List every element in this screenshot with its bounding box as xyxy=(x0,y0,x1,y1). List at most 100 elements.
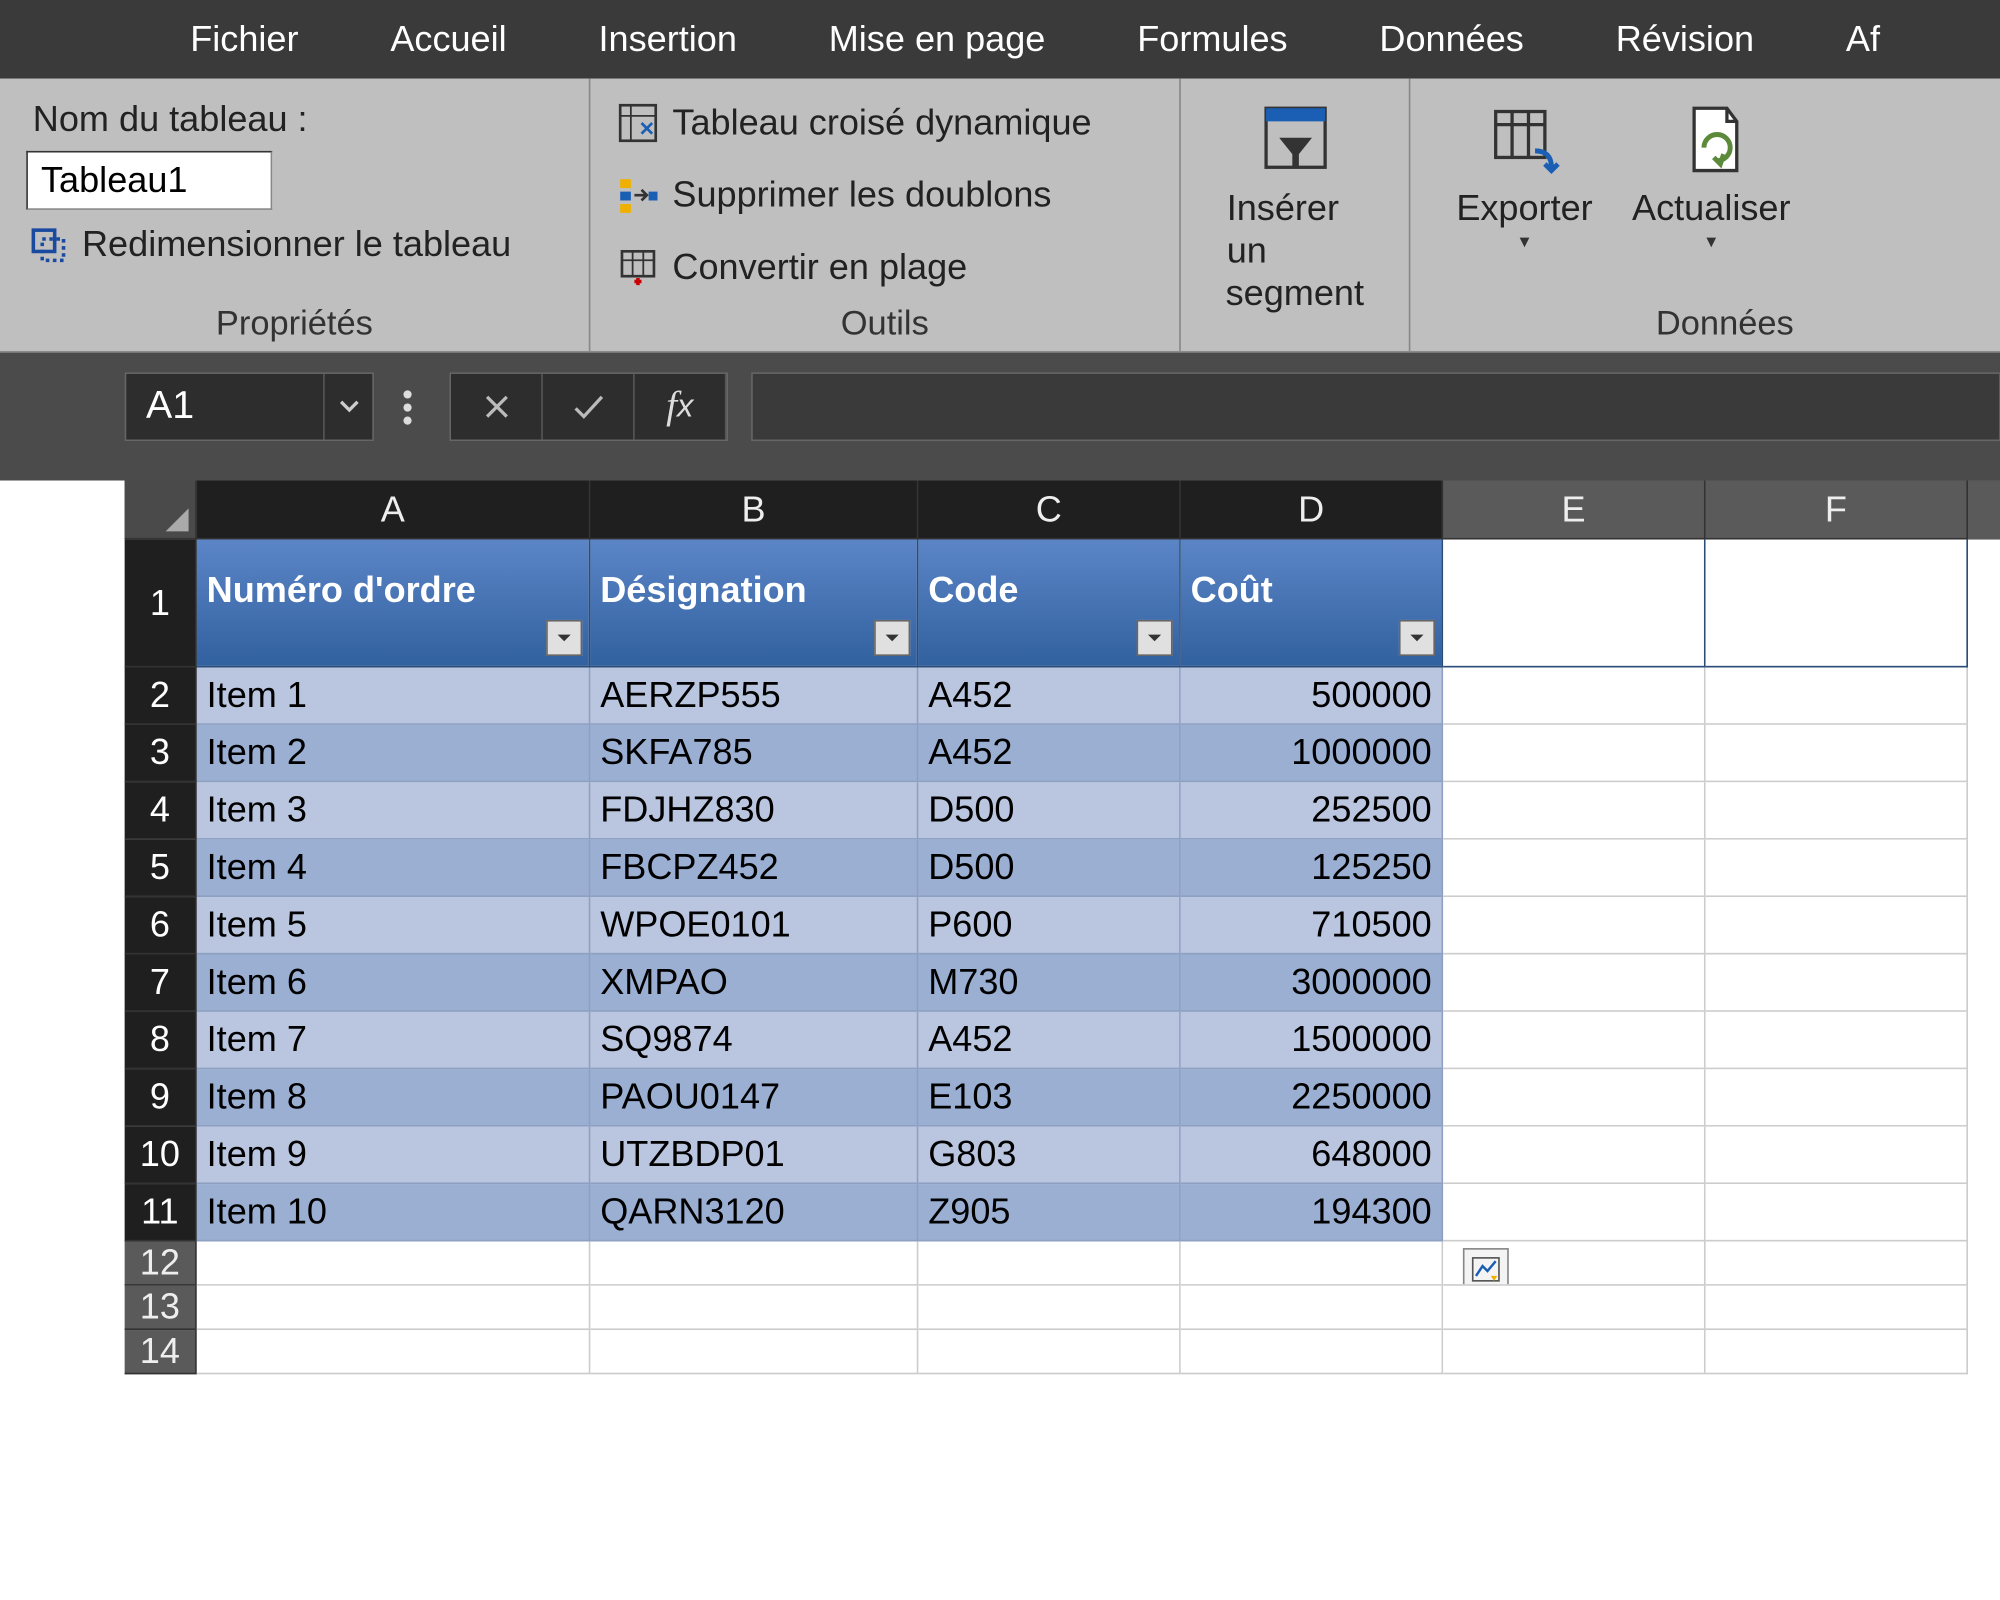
column-header-D[interactable]: D xyxy=(1181,481,1443,540)
cell[interactable] xyxy=(197,1241,591,1285)
cell[interactable] xyxy=(197,1330,591,1374)
cell[interactable] xyxy=(918,1286,1180,1330)
row-header-10[interactable]: 10 xyxy=(125,1127,197,1184)
cell[interactable] xyxy=(197,1286,591,1330)
menu-révision[interactable]: Révision xyxy=(1570,0,1800,79)
row-header-6[interactable]: 6 xyxy=(125,897,197,954)
table-cell[interactable]: 710500 xyxy=(1181,897,1443,954)
enter-formula-button[interactable] xyxy=(543,374,635,440)
table-cell[interactable]: Z905 xyxy=(918,1184,1180,1241)
table-cell[interactable]: PAOU0147 xyxy=(590,1069,918,1126)
table-cell[interactable]: SQ9874 xyxy=(590,1012,918,1069)
cell[interactable] xyxy=(1443,840,1705,897)
cell[interactable] xyxy=(1706,1127,1968,1184)
row-header-14[interactable]: 14 xyxy=(125,1330,197,1374)
table-cell[interactable]: 2250000 xyxy=(1181,1069,1443,1126)
row-header-5[interactable]: 5 xyxy=(125,840,197,897)
table-header-cell[interactable]: Coût xyxy=(1181,540,1443,668)
column-header-E[interactable]: E xyxy=(1443,481,1705,540)
resize-table-button[interactable]: Redimensionner le tableau xyxy=(26,223,562,266)
cell[interactable] xyxy=(1706,782,1968,839)
table-cell[interactable]: Item 7 xyxy=(197,1012,591,1069)
row-header-2[interactable]: 2 xyxy=(125,667,197,724)
table-cell[interactable]: WPOE0101 xyxy=(590,897,918,954)
table-cell[interactable]: 1000000 xyxy=(1181,725,1443,782)
table-name-input[interactable] xyxy=(26,151,272,210)
row-header-8[interactable]: 8 xyxy=(125,1012,197,1069)
cell[interactable] xyxy=(1706,540,1968,668)
table-cell[interactable]: FDJHZ830 xyxy=(590,782,918,839)
table-cell[interactable]: Item 10 xyxy=(197,1184,591,1241)
table-cell[interactable]: Item 4 xyxy=(197,840,591,897)
filter-dropdown-button[interactable] xyxy=(546,620,582,656)
cell[interactable] xyxy=(1443,1184,1705,1241)
insert-function-button[interactable]: fx xyxy=(635,374,727,440)
insert-slicer-button[interactable]: Insérer un segment xyxy=(1207,95,1382,321)
cell[interactable] xyxy=(1706,1012,1968,1069)
table-cell[interactable]: Item 5 xyxy=(197,897,591,954)
cell[interactable] xyxy=(1443,1127,1705,1184)
table-header-cell[interactable]: Désignation xyxy=(590,540,918,668)
table-cell[interactable]: A452 xyxy=(918,667,1180,724)
row-header-12[interactable]: 12 xyxy=(125,1241,197,1285)
table-cell[interactable]: AERZP555 xyxy=(590,667,918,724)
row-header-1[interactable]: 1 xyxy=(125,540,197,668)
table-cell[interactable]: 500000 xyxy=(1181,667,1443,724)
table-cell[interactable]: Item 3 xyxy=(197,782,591,839)
table-cell[interactable]: P600 xyxy=(918,897,1180,954)
row-header-9[interactable]: 9 xyxy=(125,1069,197,1126)
cell[interactable] xyxy=(1181,1241,1443,1285)
cell[interactable] xyxy=(590,1330,918,1374)
cell[interactable] xyxy=(1706,1286,1968,1330)
cell[interactable] xyxy=(1181,1330,1443,1374)
cell[interactable] xyxy=(1706,725,1968,782)
menu-af[interactable]: Af xyxy=(1800,0,1926,79)
table-cell[interactable]: Item 1 xyxy=(197,667,591,724)
cell[interactable] xyxy=(918,1241,1180,1285)
cell[interactable] xyxy=(1706,1184,1968,1241)
table-cell[interactable]: 125250 xyxy=(1181,840,1443,897)
cell[interactable] xyxy=(1706,954,1968,1011)
quick-analysis-button[interactable] xyxy=(1463,1248,1509,1286)
menu-fichier[interactable]: Fichier xyxy=(144,0,344,79)
cancel-formula-button[interactable] xyxy=(451,374,543,440)
table-cell[interactable]: FBCPZ452 xyxy=(590,840,918,897)
cell[interactable] xyxy=(1706,840,1968,897)
row-header-4[interactable]: 4 xyxy=(125,782,197,839)
table-cell[interactable]: XMPAO xyxy=(590,954,918,1011)
export-button[interactable]: Exporter ▾ xyxy=(1437,95,1613,259)
filter-dropdown-button[interactable] xyxy=(1399,620,1435,656)
formula-input[interactable] xyxy=(751,372,2000,441)
column-header-B[interactable]: B xyxy=(590,481,918,540)
table-cell[interactable]: 648000 xyxy=(1181,1127,1443,1184)
table-cell[interactable]: QARN3120 xyxy=(590,1184,918,1241)
table-cell[interactable]: D500 xyxy=(918,840,1180,897)
cell[interactable] xyxy=(590,1286,918,1330)
table-cell[interactable]: Item 6 xyxy=(197,954,591,1011)
select-all-button[interactable] xyxy=(125,481,197,540)
table-cell[interactable]: 194300 xyxy=(1181,1184,1443,1241)
table-cell[interactable]: Item 2 xyxy=(197,725,591,782)
pivot-table-button[interactable]: Tableau croisé dynamique xyxy=(617,102,1104,145)
table-cell[interactable]: Item 8 xyxy=(197,1069,591,1126)
cell[interactable] xyxy=(1443,1330,1705,1374)
cell[interactable] xyxy=(1443,1286,1705,1330)
row-header-13[interactable]: 13 xyxy=(125,1286,197,1330)
cell[interactable] xyxy=(918,1330,1180,1374)
column-header-A[interactable]: A xyxy=(197,481,591,540)
cell[interactable] xyxy=(1443,782,1705,839)
cell[interactable] xyxy=(1706,1069,1968,1126)
cell[interactable] xyxy=(1443,954,1705,1011)
cell[interactable] xyxy=(1706,897,1968,954)
name-box[interactable] xyxy=(126,374,323,440)
table-cell[interactable]: E103 xyxy=(918,1069,1180,1126)
menu-accueil[interactable]: Accueil xyxy=(344,0,552,79)
table-cell[interactable]: 252500 xyxy=(1181,782,1443,839)
table-cell[interactable]: UTZBDP01 xyxy=(590,1127,918,1184)
table-header-cell[interactable]: Code xyxy=(918,540,1180,668)
cell[interactable] xyxy=(1706,667,1968,724)
cell[interactable] xyxy=(1443,540,1705,668)
table-cell[interactable]: Item 9 xyxy=(197,1127,591,1184)
cell[interactable] xyxy=(1181,1286,1443,1330)
name-box-dropdown[interactable] xyxy=(323,374,372,440)
